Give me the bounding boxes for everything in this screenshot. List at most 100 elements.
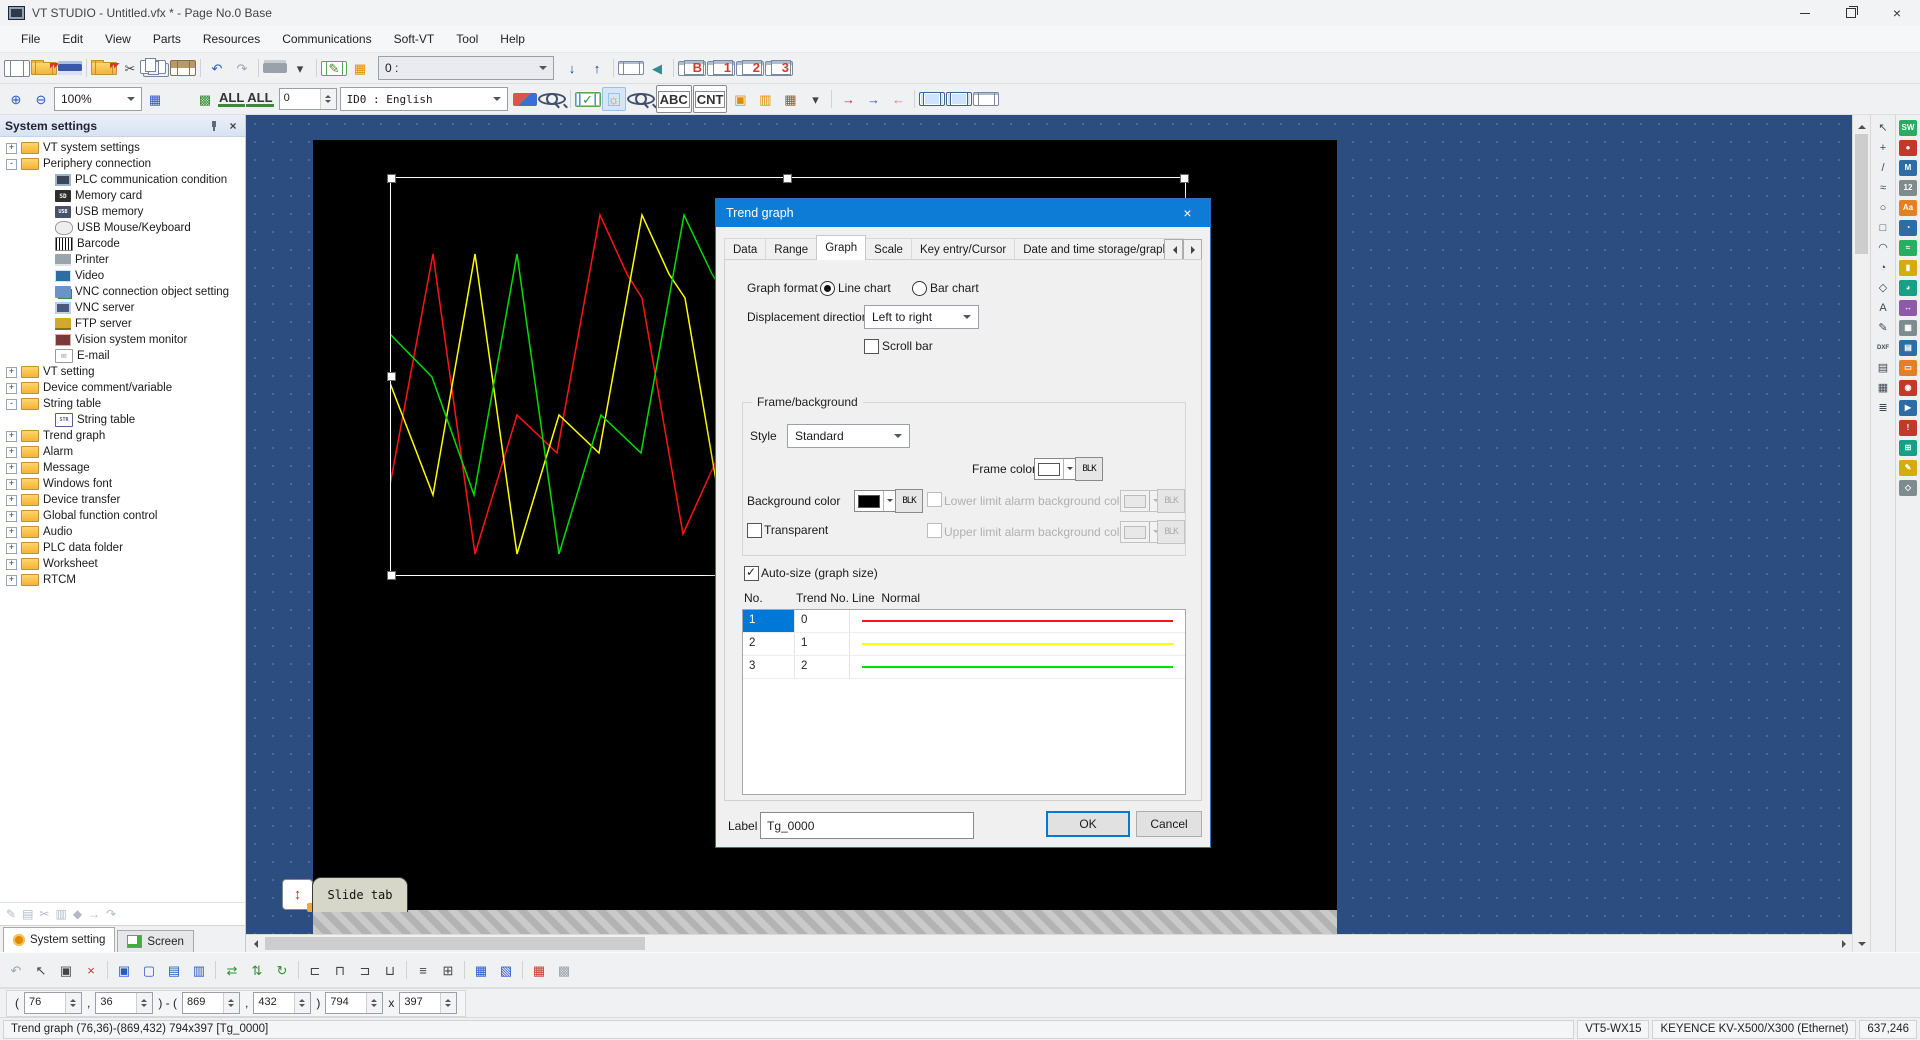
scale-tool-icon[interactable]: ≣ <box>1873 398 1893 417</box>
part-video-icon[interactable]: ▶ <box>1898 398 1918 417</box>
spinner-arrows[interactable] <box>136 993 152 1013</box>
tree-expander[interactable]: + <box>6 543 17 554</box>
tree-item-usb-memory[interactable]: USB USB memory <box>0 204 245 220</box>
scroll-down-icon[interactable] <box>1853 935 1870 952</box>
auto-size-checkbox[interactable] <box>744 566 759 581</box>
search-parts-button[interactable] <box>538 93 566 105</box>
tree-item-barcode[interactable]: Barcode <box>0 236 245 252</box>
tree-item-video[interactable]: Video <box>0 268 245 284</box>
tree-item-alarm[interactable]: + Alarm <box>0 444 245 460</box>
frame-color-dropdown[interactable] <box>1034 458 1078 480</box>
scroll-left-icon[interactable] <box>246 935 263 952</box>
part-document-icon[interactable]: ▤ <box>1898 338 1918 357</box>
dxf-import-icon[interactable]: DXF <box>1873 338 1893 357</box>
frame-color-blk-button[interactable]: BLK <box>1075 457 1103 481</box>
dialog-tab-graph[interactable]: Graph <box>816 235 866 260</box>
x1-spinner[interactable]: 76 <box>24 992 82 1014</box>
slide-tab-icon[interactable]: ↕ <box>282 879 313 910</box>
tree-item-vt-setting[interactable]: + VT setting <box>0 364 245 380</box>
trend-number-cell[interactable]: 0 <box>795 610 850 632</box>
group-button[interactable]: ▦ <box>469 958 493 982</box>
page-up-button[interactable]: ↑ <box>585 56 609 80</box>
width-spinner[interactable]: 794 <box>325 992 383 1014</box>
part-keypad-icon[interactable]: ▦ <box>1898 318 1918 337</box>
tree-item-periphery-connection[interactable]: - Periphery connection <box>0 156 245 172</box>
tree-item-memory-card[interactable]: SD Memory card <box>0 188 245 204</box>
copy-page-button[interactable]: ▤ <box>22 907 33 921</box>
tree-item-worksheet[interactable]: + Worksheet <box>0 556 245 572</box>
same-size-button[interactable]: ⊞ <box>436 958 460 982</box>
import-page-button[interactable] <box>91 62 117 75</box>
undo-button[interactable]: ↶ <box>205 56 229 80</box>
style-combo[interactable]: Standard <box>787 424 910 448</box>
upper-limit-checkbox[interactable] <box>927 523 942 538</box>
arc-tool-icon[interactable]: ◠ <box>1873 238 1893 257</box>
part-trend-graph-icon[interactable]: ≈ <box>1898 238 1918 257</box>
dialog-tab-data[interactable]: Data <box>724 238 766 260</box>
trend-line-cell[interactable] <box>850 656 1185 678</box>
cut-button[interactable]: ✂ <box>118 56 142 80</box>
menu-item[interactable]: Communications <box>271 26 382 52</box>
previous-page-button[interactable]: ◀ <box>645 56 669 80</box>
transfer-from-vt-button[interactable]: ← <box>886 87 910 111</box>
send-backward-button[interactable]: ▥ <box>187 958 211 982</box>
tree-item-vision-system-monitor[interactable]: Vision system monitor <box>0 332 245 348</box>
select-tool-button[interactable]: ↖ <box>29 958 53 982</box>
trend-number-cell[interactable]: 1 <box>795 633 850 655</box>
redo-button[interactable]: ↷ <box>230 56 254 80</box>
tab-system-setting[interactable]: System setting <box>3 927 115 952</box>
trend-row-number[interactable]: 3 <box>743 656 795 678</box>
dot-tool-icon[interactable]: + <box>1873 138 1893 157</box>
preview-button[interactable] <box>627 93 655 105</box>
spinner-arrows[interactable] <box>65 993 81 1013</box>
horizontal-scrollbar[interactable] <box>246 934 1852 952</box>
tree-expander[interactable]: + <box>6 463 17 474</box>
tree-item-global-function-control[interactable]: + Global function control <box>0 508 245 524</box>
calc-parts-button[interactable]: ▦ <box>778 87 802 111</box>
tree-item-ftp-server[interactable]: FTP server <box>0 316 245 332</box>
zoom-in-button[interactable]: ⊕ <box>4 87 28 111</box>
dialog-tab-date-time-storage[interactable]: Date and time storage/graphic displ <box>1014 238 1184 260</box>
dialog-tab-range[interactable]: Range <box>765 238 817 260</box>
label-input[interactable]: Tg_0000 <box>760 812 974 839</box>
height-spinner[interactable]: 397 <box>399 992 457 1014</box>
trend-table-row-3[interactable]: 3 2 <box>743 656 1185 679</box>
displacement-direction-combo[interactable]: Left to right <box>864 305 979 329</box>
align-bottom-button[interactable]: ⊔ <box>378 958 402 982</box>
trend-line-cell[interactable] <box>850 610 1185 632</box>
distribute-button[interactable]: ≡ <box>411 958 435 982</box>
continuous-line-tool-icon[interactable]: ≈ <box>1873 178 1893 197</box>
part-message-icon[interactable]: M <box>1898 158 1918 177</box>
part-alarm-icon[interactable]: ! <box>1898 418 1918 437</box>
touch-switch-button[interactable]: ▣ <box>728 87 752 111</box>
tree-expander[interactable]: + <box>6 447 17 458</box>
tree-item-device-comment-variable[interactable]: + Device comment/variable <box>0 380 245 396</box>
editor-canvas[interactable]: ↕ Slide tab Trend graph × DataRangeGraph… <box>246 115 1852 934</box>
tree-item-e-mail[interactable]: ✉ E-mail <box>0 348 245 364</box>
grid-toggle-button[interactable]: ▦ <box>143 87 167 111</box>
base-window-button[interactable]: B <box>678 61 706 76</box>
tree-expander[interactable]: + <box>6 479 17 490</box>
screen-number-spinner[interactable]: 0 <box>279 88 337 110</box>
trend-row-number[interactable]: 1 <box>743 610 795 632</box>
edit-mode-toggle[interactable]: ✓ <box>575 92 601 107</box>
rotate-button[interactable]: ↻ <box>270 958 294 982</box>
show-all-labels-button[interactable]: ALL <box>246 87 273 111</box>
align-top-button[interactable]: ⊓ <box>328 958 352 982</box>
pointer-tool-icon[interactable]: ↖ <box>1873 118 1893 137</box>
bring-forward-button[interactable]: ▤ <box>162 958 186 982</box>
bar-chart-radio[interactable] <box>912 281 927 296</box>
clear-page-button[interactable]: ◆ <box>73 907 82 921</box>
ok-button[interactable]: OK <box>1046 811 1130 837</box>
part-text-display-icon[interactable]: Aa <box>1898 198 1918 217</box>
transparent-checkbox[interactable] <box>747 523 762 538</box>
pin-icon[interactable] <box>208 120 220 132</box>
swap-color-button[interactable] <box>513 93 537 106</box>
selection-handle[interactable] <box>387 571 396 580</box>
background-color-blk-button[interactable]: BLK <box>895 489 923 513</box>
tree-expander[interactable]: + <box>6 511 17 522</box>
line-chart-radio[interactable] <box>820 281 835 296</box>
rectangle-tool-icon[interactable]: □ <box>1873 218 1893 237</box>
delete-button[interactable]: × <box>79 958 103 982</box>
dialog-close-button[interactable]: × <box>1165 199 1210 227</box>
